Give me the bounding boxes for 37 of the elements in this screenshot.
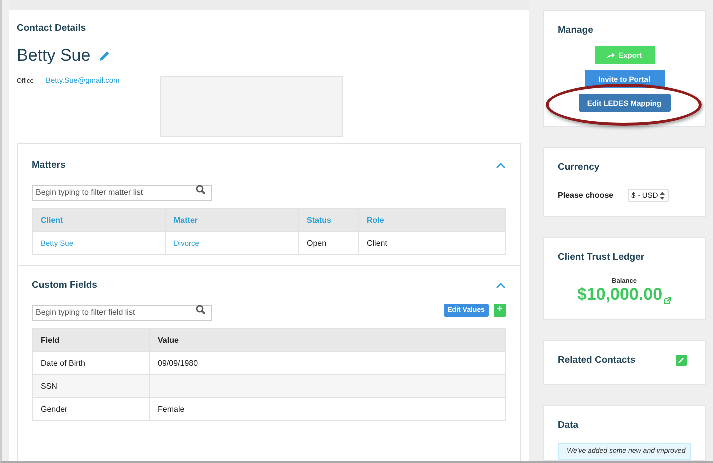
card-title: Matters (32, 160, 66, 171)
column-header: Field (32, 328, 150, 352)
edit-button[interactable] (676, 355, 687, 366)
column-header[interactable]: Role (358, 208, 506, 232)
collapse-chevron-icon[interactable] (496, 282, 506, 288)
column-header: Value (150, 328, 506, 352)
table-cell: SSN (41, 382, 58, 390)
collapse-chevron-icon[interactable] (496, 162, 506, 168)
table-cell: Female (158, 404, 185, 414)
section-title: Contact Details (17, 23, 88, 34)
share-arrow-icon (606, 52, 615, 58)
contact-name: Betty Sue (17, 46, 91, 66)
card-title: Related Contacts (558, 355, 636, 366)
card-title: Manage (558, 25, 594, 36)
external-link-icon[interactable] (664, 297, 672, 305)
search-field[interactable]: Begin typing to filter matter list (32, 184, 212, 200)
table-cell: Date of Birth (41, 358, 86, 368)
sort-arrows-icon (660, 192, 666, 200)
table-cell: Open (307, 238, 327, 248)
pencil-icon (678, 357, 685, 364)
card-title: Client Trust Ledger (558, 252, 646, 263)
balance-amount: $10,000.00 (577, 285, 663, 305)
card-title: Currency (558, 162, 601, 173)
column-header[interactable]: Client (32, 208, 166, 232)
table-cell: Client (367, 238, 388, 248)
add-button[interactable]: + (494, 304, 506, 316)
card-title: Data (558, 420, 580, 431)
table-cell: 09/09/1980 (158, 358, 198, 368)
table-cell: Gender (41, 404, 68, 414)
search-field[interactable]: Begin typing to filter field list (32, 304, 212, 320)
search-icon (196, 185, 206, 195)
search-icon (196, 305, 206, 315)
currency-label: Please choose (558, 191, 614, 200)
pencil-icon[interactable] (98, 50, 111, 62)
card-title: Custom Fields (32, 280, 98, 291)
column-header[interactable]: Matter (166, 208, 298, 232)
column-header[interactable]: Status (298, 208, 358, 232)
